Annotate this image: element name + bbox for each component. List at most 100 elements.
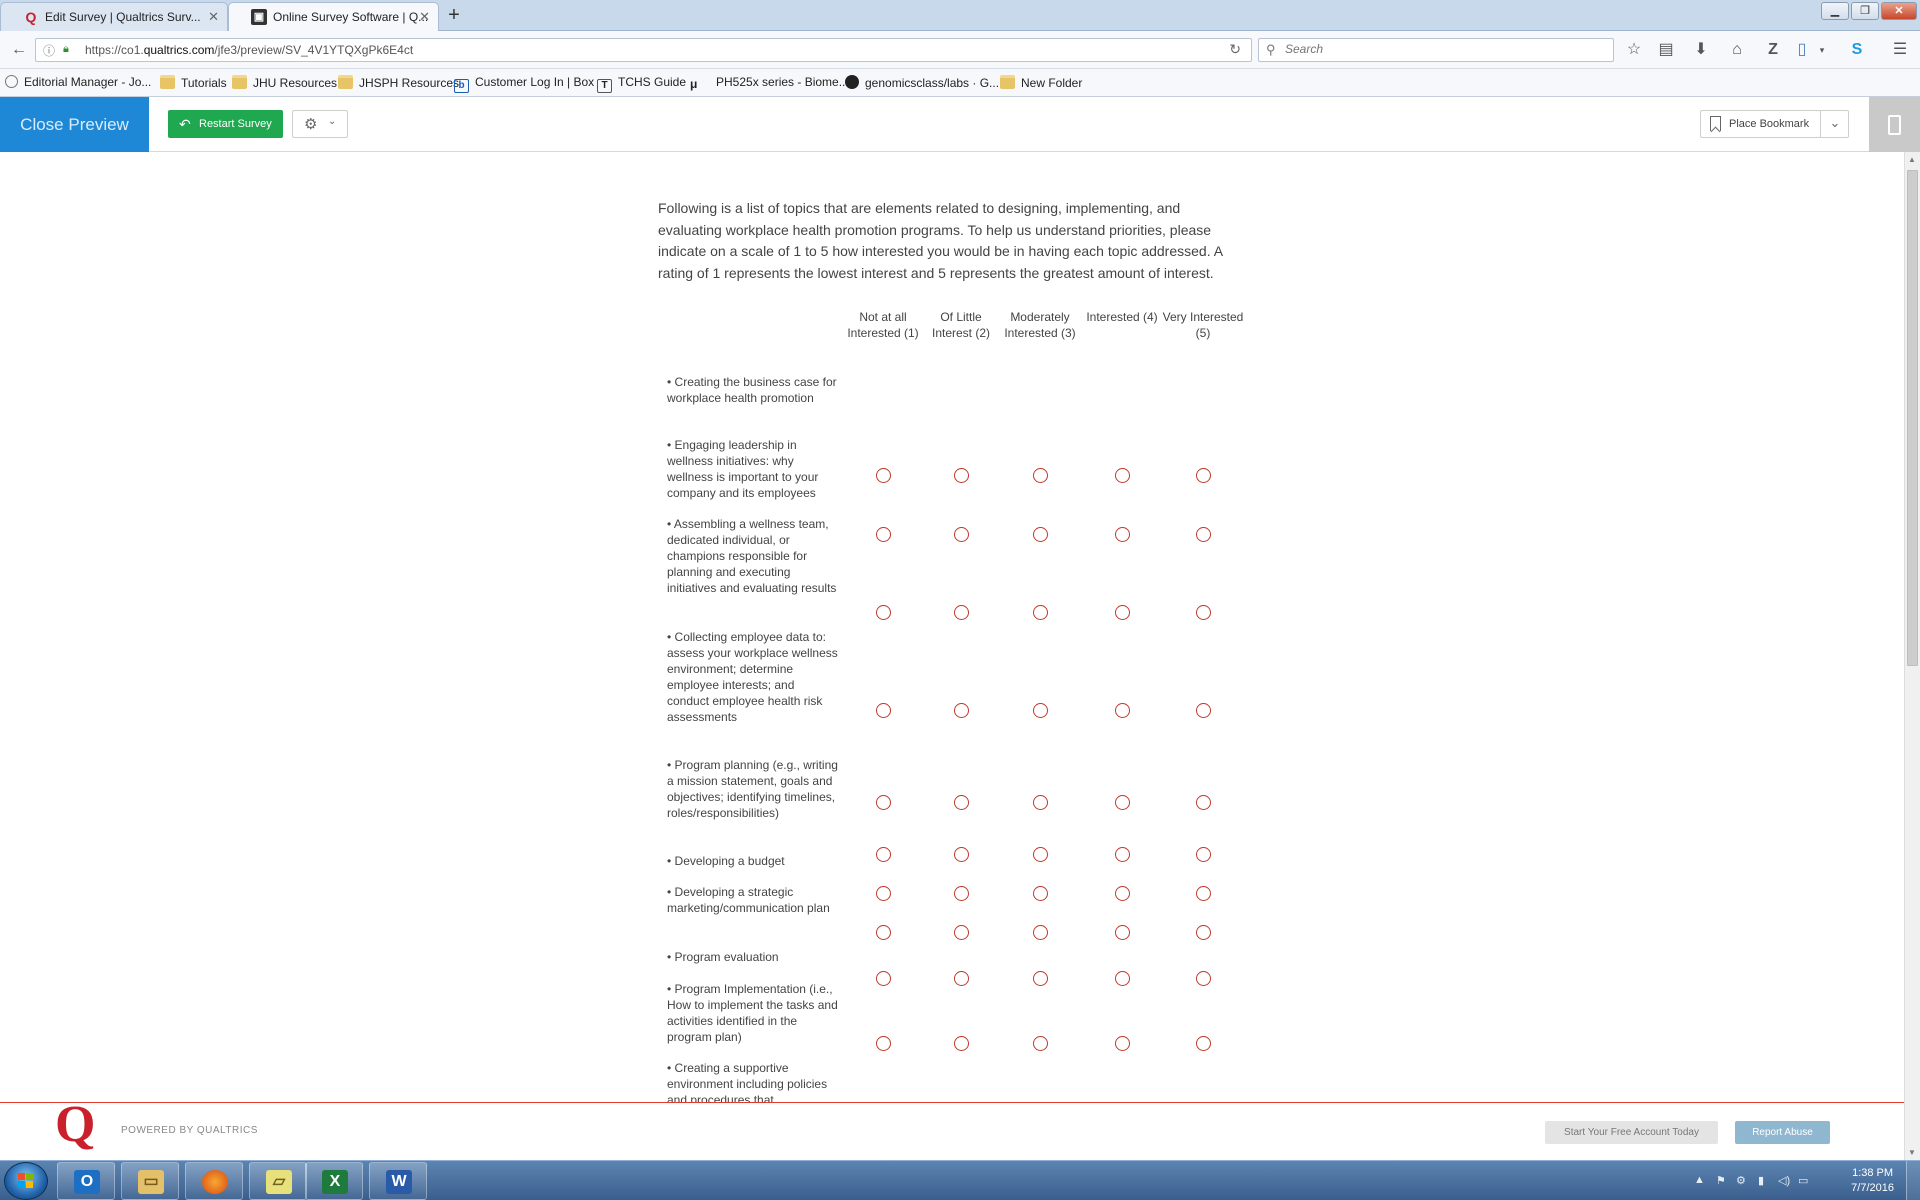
close-tab-icon[interactable]: ✕ [208, 3, 219, 31]
reload-icon[interactable]: ↻ [1229, 41, 1241, 58]
taskbar-excel[interactable]: X [305, 1162, 363, 1200]
bookmark-new-folder[interactable]: New Folder [1000, 75, 1082, 90]
rating-radio-5[interactable] [1195, 924, 1211, 940]
rating-radio-1[interactable] [875, 467, 891, 483]
scroll-up-arrow-icon[interactable]: ▲ [1908, 155, 1916, 164]
addon-dropdown-icon[interactable]: ▾ [1811, 39, 1833, 61]
rating-radio-2[interactable] [953, 1035, 969, 1051]
back-arrow-icon[interactable]: ← [8, 39, 30, 61]
rating-radio-5[interactable] [1195, 604, 1211, 620]
volume-icon[interactable]: ◁) [1778, 1174, 1790, 1187]
rating-radio-2[interactable] [953, 467, 969, 483]
bookmark-ph525x[interactable]: μ PH525x series - Biome... [690, 75, 849, 91]
tab-online-survey[interactable]: ▣ Online Survey Software | Q... ✕ [228, 2, 439, 31]
scroll-down-arrow-icon[interactable]: ▼ [1908, 1148, 1916, 1157]
mobile-view-toggle[interactable] [1869, 97, 1920, 152]
rating-radio-2[interactable] [953, 526, 969, 542]
network-icon[interactable]: ▮ [1758, 1174, 1764, 1187]
taskbar-word[interactable]: W [369, 1162, 427, 1200]
reading-list-icon[interactable]: ▤ [1655, 39, 1677, 61]
rating-radio-5[interactable] [1195, 702, 1211, 718]
rating-radio-4[interactable] [1114, 885, 1130, 901]
taskbar-sticky-notes[interactable]: ▱ [249, 1162, 307, 1200]
free-account-button[interactable]: Start Your Free Account Today [1545, 1121, 1718, 1144]
rating-radio-3[interactable] [1032, 604, 1048, 620]
rating-radio-4[interactable] [1114, 604, 1130, 620]
rating-radio-3[interactable] [1032, 970, 1048, 986]
rating-radio-5[interactable] [1195, 846, 1211, 862]
tab-edit-survey[interactable]: Q Edit Survey | Qualtrics Surv... ✕ [0, 2, 228, 31]
rating-radio-4[interactable] [1114, 1035, 1130, 1051]
rating-radio-1[interactable] [875, 924, 891, 940]
rating-radio-3[interactable] [1032, 924, 1048, 940]
close-tab-icon[interactable]: ✕ [419, 3, 430, 31]
rating-radio-2[interactable] [953, 846, 969, 862]
taskbar-firefox[interactable] [185, 1162, 243, 1200]
bookmark-dropdown-button[interactable]: ⌄ [1820, 110, 1849, 138]
rating-radio-1[interactable] [875, 604, 891, 620]
rating-radio-4[interactable] [1114, 526, 1130, 542]
rating-radio-4[interactable] [1114, 846, 1130, 862]
rating-radio-1[interactable] [875, 1035, 891, 1051]
rating-radio-4[interactable] [1114, 467, 1130, 483]
rating-radio-3[interactable] [1032, 526, 1048, 542]
start-button[interactable] [4, 1162, 48, 1200]
search-bar[interactable]: ⚲ [1258, 38, 1614, 62]
report-abuse-button[interactable]: Report Abuse [1735, 1121, 1830, 1144]
rating-radio-4[interactable] [1114, 970, 1130, 986]
scrollbar-thumb[interactable] [1907, 170, 1918, 666]
rating-radio-2[interactable] [953, 604, 969, 620]
restart-survey-button[interactable]: ↶ Restart Survey [168, 110, 283, 138]
rating-radio-3[interactable] [1032, 846, 1048, 862]
rating-radio-4[interactable] [1114, 924, 1130, 940]
bookmark-tutorials[interactable]: Tutorials [160, 75, 227, 90]
close-preview-button[interactable]: Close Preview [0, 97, 149, 152]
settings-tray-icon[interactable]: ⚙ [1736, 1174, 1746, 1187]
rating-radio-2[interactable] [953, 924, 969, 940]
home-icon[interactable]: ⌂ [1726, 39, 1748, 61]
rating-radio-1[interactable] [875, 526, 891, 542]
bookmark-jhu-resources[interactable]: JHU Resources [232, 75, 337, 90]
rating-radio-3[interactable] [1032, 1035, 1048, 1051]
tools-menu-button[interactable]: ⚙ ⌄ [292, 110, 348, 138]
taskbar-outlook[interactable]: O [57, 1162, 115, 1200]
rating-radio-5[interactable] [1195, 467, 1211, 483]
show-desktop-button[interactable] [1906, 1161, 1920, 1200]
restore-window-button[interactable]: ❐ [1851, 2, 1879, 20]
rating-radio-3[interactable] [1032, 885, 1048, 901]
rating-radio-5[interactable] [1195, 885, 1211, 901]
taskbar-explorer[interactable]: ▭ [121, 1162, 179, 1200]
page-scrollbar[interactable]: ▲ ▼ [1904, 152, 1920, 1160]
power-icon[interactable]: ▭ [1798, 1174, 1808, 1187]
site-info-icon[interactable]: ⓘ [43, 42, 55, 59]
rating-radio-2[interactable] [953, 970, 969, 986]
close-window-button[interactable]: ✕ [1881, 2, 1917, 20]
skype-icon[interactable]: S [1846, 39, 1868, 61]
action-center-flag-icon[interactable]: ⚑ [1716, 1174, 1726, 1187]
rating-radio-2[interactable] [953, 794, 969, 810]
rating-radio-3[interactable] [1032, 467, 1048, 483]
minimize-window-button[interactable]: ▁ [1821, 2, 1849, 20]
rating-radio-5[interactable] [1195, 794, 1211, 810]
bookmark-genomicsclass[interactable]: genomicsclass/labs · G... [845, 75, 999, 90]
search-input[interactable] [1285, 42, 1585, 56]
bookmark-editorial-manager[interactable]: Editorial Manager - Jo... [5, 75, 151, 89]
rating-radio-1[interactable] [875, 846, 891, 862]
system-clock[interactable]: 1:38 PM 7/7/2016 [1851, 1166, 1894, 1196]
rating-radio-5[interactable] [1195, 1035, 1211, 1051]
bookmark-box-login[interactable]: b Customer Log In | Box [454, 75, 594, 93]
rating-radio-3[interactable] [1032, 794, 1048, 810]
rating-radio-2[interactable] [953, 702, 969, 718]
rating-radio-1[interactable] [875, 885, 891, 901]
rating-radio-1[interactable] [875, 702, 891, 718]
rating-radio-1[interactable] [875, 970, 891, 986]
bookmark-star-icon[interactable]: ☆ [1623, 39, 1645, 61]
rating-radio-5[interactable] [1195, 526, 1211, 542]
url-bar[interactable]: ⓘ 🔒︎ https://co1.qualtrics.com/jfe3/prev… [35, 38, 1252, 62]
rating-radio-2[interactable] [953, 885, 969, 901]
rating-radio-4[interactable] [1114, 794, 1130, 810]
new-tab-button[interactable]: + [444, 3, 464, 27]
tray-expand-icon[interactable]: ▲ [1694, 1174, 1705, 1186]
url-text[interactable]: https://co1.qualtrics.com/jfe3/preview/S… [85, 43, 413, 57]
menu-hamburger-icon[interactable]: ☰ [1889, 39, 1911, 61]
